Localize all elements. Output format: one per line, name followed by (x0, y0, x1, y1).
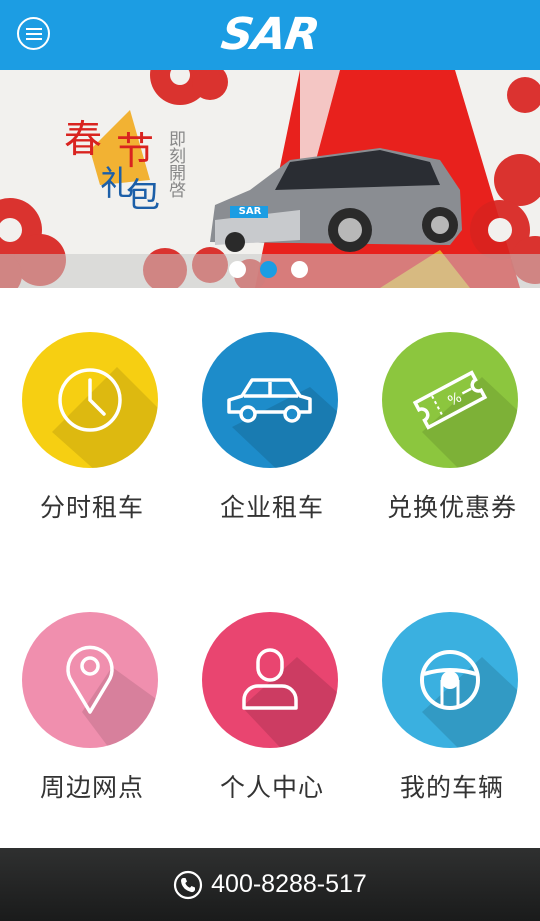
menu-button[interactable] (17, 17, 50, 50)
tile-nearby-outlets[interactable]: 周边网点 (7, 612, 177, 812)
app-header: SAR (0, 0, 540, 70)
phone-icon (174, 870, 203, 899)
tile-circle: % (382, 332, 518, 468)
app-logo: SAR (218, 8, 322, 60)
tile-circle (22, 332, 158, 468)
tile-circle (22, 612, 158, 748)
banner-char-1: 春 (64, 117, 103, 161)
tile-label: 个人中心 (219, 773, 324, 802)
tile-redeem-coupon[interactable]: % 兑换优惠券 (367, 332, 537, 532)
tile-circle (202, 332, 338, 468)
banner-headline: 春 节 礼 包 (64, 108, 174, 218)
tile-circle (382, 612, 518, 748)
promo-banner[interactable]: 春 节 礼 包 即刻開啓 SAR (0, 70, 540, 288)
tile-label: 我的车辆 (399, 773, 504, 802)
banner-subline: 即刻開啓 (165, 130, 185, 198)
carousel-dot-1[interactable] (229, 261, 246, 278)
tile-label: 周边网点 (39, 773, 144, 802)
hotline-number: 400-8288-517 (211, 870, 367, 898)
carousel-indicator (229, 261, 308, 279)
tile-personal-center[interactable]: 个人中心 (187, 612, 357, 812)
tile-label: 企业租车 (219, 493, 324, 522)
tile-circle (202, 612, 338, 748)
banner-car-plate: SAR (238, 206, 262, 217)
carousel-dot-2[interactable] (260, 261, 277, 278)
tile-label: 兑换优惠券 (386, 493, 517, 522)
tile-enterprise-rental[interactable]: 企业租车 (187, 332, 357, 532)
call-hotline-bar[interactable]: 400-8288-517 (0, 848, 540, 921)
tile-label: 分时租车 (39, 493, 144, 522)
tile-timeshare-rental[interactable]: 分时租车 (7, 332, 177, 532)
menu-icon (25, 27, 42, 40)
banner-char-4: 包 (126, 176, 160, 216)
carousel-dot-3[interactable] (291, 261, 308, 278)
tile-my-vehicles[interactable]: 我的车辆 (367, 612, 537, 812)
